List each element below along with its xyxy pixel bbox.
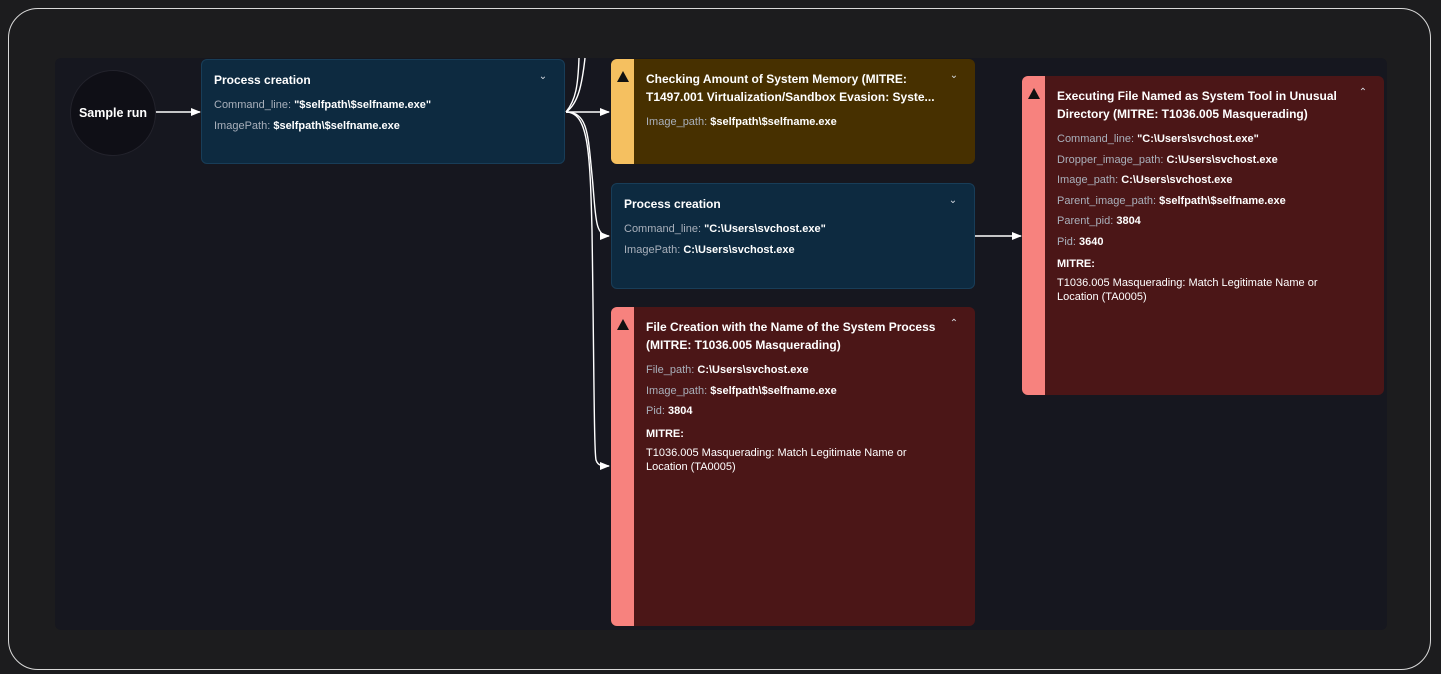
node-title: Executing File Named as System Tool in U… [1057, 89, 1337, 121]
chevron-down-icon[interactable]: ⌄ [946, 194, 960, 208]
severity-stripe [611, 307, 634, 626]
mitre-label: MITRE: [646, 427, 684, 440]
chevron-down-icon[interactable]: ⌄ [947, 69, 961, 83]
field-parent-pid: Parent_pid: 3804 [1057, 215, 1141, 227]
field-command-line: Command_line: "C:\Users\svchost.exe" [624, 223, 826, 235]
field-image-path: Image_path: C:\Users\svchost.exe [1057, 174, 1233, 186]
field-command-line: Command_line: "C:\Users\svchost.exe" [1057, 133, 1259, 145]
node-title: Process creation [624, 197, 721, 211]
node-title: Checking Amount of System Memory (MITRE:… [646, 72, 935, 104]
mitre-technique: T1036.005 Masquerading: Match Legitimate… [646, 446, 907, 473]
mitre-label: MITRE: [1057, 258, 1095, 270]
field-pid: Pid: 3804 [646, 405, 693, 417]
sample-run-label: Sample run [78, 106, 148, 120]
chevron-down-icon[interactable]: ⌄ [536, 70, 550, 84]
chevron-up-icon[interactable]: ⌃ [1356, 86, 1370, 100]
field-image-path: Image_path: $selfpath\$selfname.exe [646, 116, 837, 128]
chevron-up-icon[interactable]: ⌃ [947, 317, 961, 331]
field-image-path: ImagePath: C:\Users\svchost.exe [624, 243, 795, 256]
file-creation-alert-node[interactable]: File Creation with the Name of the Syste… [611, 307, 975, 626]
severity-stripe [1022, 76, 1045, 395]
field-image-path: Image_path: $selfpath\$selfname.exe [646, 384, 837, 397]
memory-check-alert-node[interactable]: Checking Amount of System Memory (MITRE:… [611, 59, 975, 164]
node-title: File Creation with the Name of the Syste… [646, 320, 936, 352]
field-file-path: File_path: C:\Users\svchost.exe [646, 364, 809, 376]
node-title: Process creation [214, 73, 311, 87]
warning-icon [617, 319, 629, 330]
mitre-technique: T1036.005 Masquerading: Match Legitimate… [1057, 277, 1318, 303]
field-dropper-image-path: Dropper_image_path: C:\Users\svchost.exe [1057, 153, 1278, 166]
sample-run-node[interactable]: Sample run [70, 70, 156, 156]
child-process-creation-node[interactable]: Process creation Command_line: "C:\Users… [611, 183, 975, 289]
field-command-line: Command_line: "$selfpath\$selfname.exe" [214, 99, 432, 111]
warning-icon [1028, 88, 1040, 99]
field-parent-image-path: Parent_image_path: $selfpath\$selfname.e… [1057, 194, 1286, 207]
field-image-path: ImagePath: $selfpath\$selfname.exe [214, 119, 400, 132]
field-pid: Pid: 3640 [1057, 235, 1104, 248]
warning-icon [617, 71, 629, 82]
executing-file-alert-node[interactable]: Executing File Named as System Tool in U… [1022, 76, 1384, 395]
process-creation-node[interactable]: Process creation Command_line: "$selfpat… [201, 59, 565, 164]
